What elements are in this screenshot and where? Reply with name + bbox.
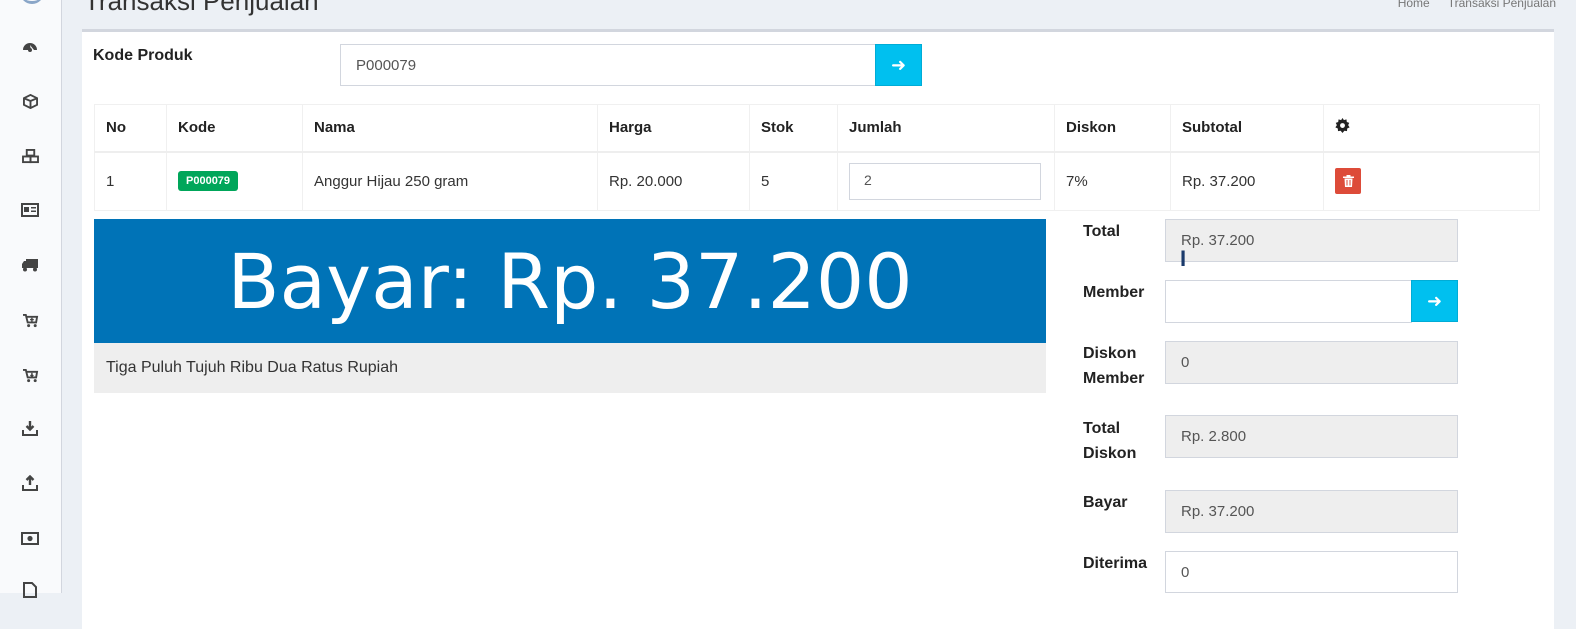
truck-icon[interactable]: [18, 253, 42, 277]
sidebar: [0, 0, 62, 598]
cell-stok: 5: [749, 151, 838, 211]
diskon-member-label: Diskon Member: [1083, 341, 1144, 391]
bayar-label: Bayar: [1083, 494, 1128, 511]
terbilang-text: Tiga Puluh Tujuh Ribu Dua Ratus Rupiah: [94, 343, 1046, 393]
page-title: Transaksi Penjualan: [84, 0, 319, 16]
cell-kode: P000079: [166, 151, 303, 211]
col-no: No: [94, 104, 167, 153]
file-icon[interactable]: [18, 578, 42, 602]
col-settings: [1323, 104, 1540, 153]
diterima-input[interactable]: 0: [1165, 551, 1458, 593]
logo-icon: [20, 0, 44, 4]
upload-icon[interactable]: [18, 471, 42, 495]
cell-harga: Rp. 20.000: [597, 151, 750, 211]
table-row: 1 P000079 Anggur Hijau 250 gram Rp. 20.0…: [94, 151, 1540, 211]
cell-subtotal: Rp. 37.200: [1170, 151, 1324, 211]
cube-icon[interactable]: [18, 89, 42, 113]
col-subtotal: Subtotal: [1170, 104, 1324, 153]
col-harga: Harga: [597, 104, 750, 153]
bayar-display: Bayar: Rp. 37.200: [94, 219, 1046, 343]
cubes-icon[interactable]: [18, 144, 42, 168]
cell-diskon: 7%: [1054, 151, 1171, 211]
text-cursor-icon: I: [1180, 246, 1187, 271]
trash-icon: [1342, 175, 1354, 188]
id-card-icon[interactable]: [18, 198, 42, 222]
gear-icon: [1335, 118, 1350, 137]
member-label: Member: [1083, 284, 1145, 301]
diskon-member-label-line2: Member: [1083, 370, 1145, 387]
delete-button[interactable]: [1335, 168, 1361, 195]
cart-arrow-icon[interactable]: [18, 363, 42, 387]
cell-aksi: [1323, 151, 1540, 211]
table-header-row: No Kode Nama Harga Stok Jumlah Diskon Su…: [94, 104, 1540, 153]
total-diskon-label: Total Diskon: [1083, 416, 1136, 466]
diterima-label: Diterima: [1083, 555, 1148, 572]
total-diskon-label-line1: Total: [1083, 420, 1121, 437]
cell-nama: Anggur Hijau 250 gram: [302, 151, 598, 211]
kode-produk-label: Kode Produk: [93, 47, 193, 64]
tampil-produk-button[interactable]: ➜: [875, 44, 922, 86]
total-input: Rp. 37.200: [1165, 219, 1458, 262]
arrow-right-icon: ➜: [1426, 290, 1443, 311]
money-icon[interactable]: [18, 526, 42, 550]
kode-produk-input[interactable]: P000079: [340, 44, 876, 86]
total-label: Total: [1083, 223, 1121, 240]
cart-table: No Kode Nama Harga Stok Jumlah Diskon Su…: [94, 104, 1540, 211]
download-icon[interactable]: [18, 416, 42, 440]
arrow-right-icon: ➜: [890, 54, 907, 75]
jumlah-input[interactable]: 2: [849, 162, 1041, 200]
total-diskon-label-line2: Diskon: [1083, 445, 1137, 462]
cell-jumlah: 2: [837, 151, 1055, 211]
bayar-input: Rp. 37.200: [1165, 490, 1458, 533]
breadcrumb-current: Transaksi Penjualan: [1447, 0, 1556, 10]
breadcrumb: Home Transaksi Penjualan: [1398, 0, 1556, 10]
breadcrumb-home[interactable]: Home: [1398, 0, 1430, 10]
dashboard-icon[interactable]: [18, 35, 42, 59]
diskon-member-input: 0: [1165, 341, 1458, 384]
col-jumlah: Jumlah: [837, 104, 1055, 153]
diskon-member-label-line1: Diskon: [1083, 345, 1137, 362]
member-input[interactable]: [1165, 280, 1412, 323]
col-stok: Stok: [749, 104, 838, 153]
col-kode: Kode: [166, 104, 303, 153]
cart-plus-icon[interactable]: [18, 308, 42, 332]
cell-no: 1: [94, 151, 167, 211]
kode-badge: P000079: [178, 171, 239, 192]
col-diskon: Diskon: [1054, 104, 1171, 153]
col-nama: Nama: [302, 104, 598, 153]
total-diskon-input: Rp. 2.800: [1165, 415, 1458, 458]
pilih-member-button[interactable]: ➜: [1411, 280, 1458, 322]
